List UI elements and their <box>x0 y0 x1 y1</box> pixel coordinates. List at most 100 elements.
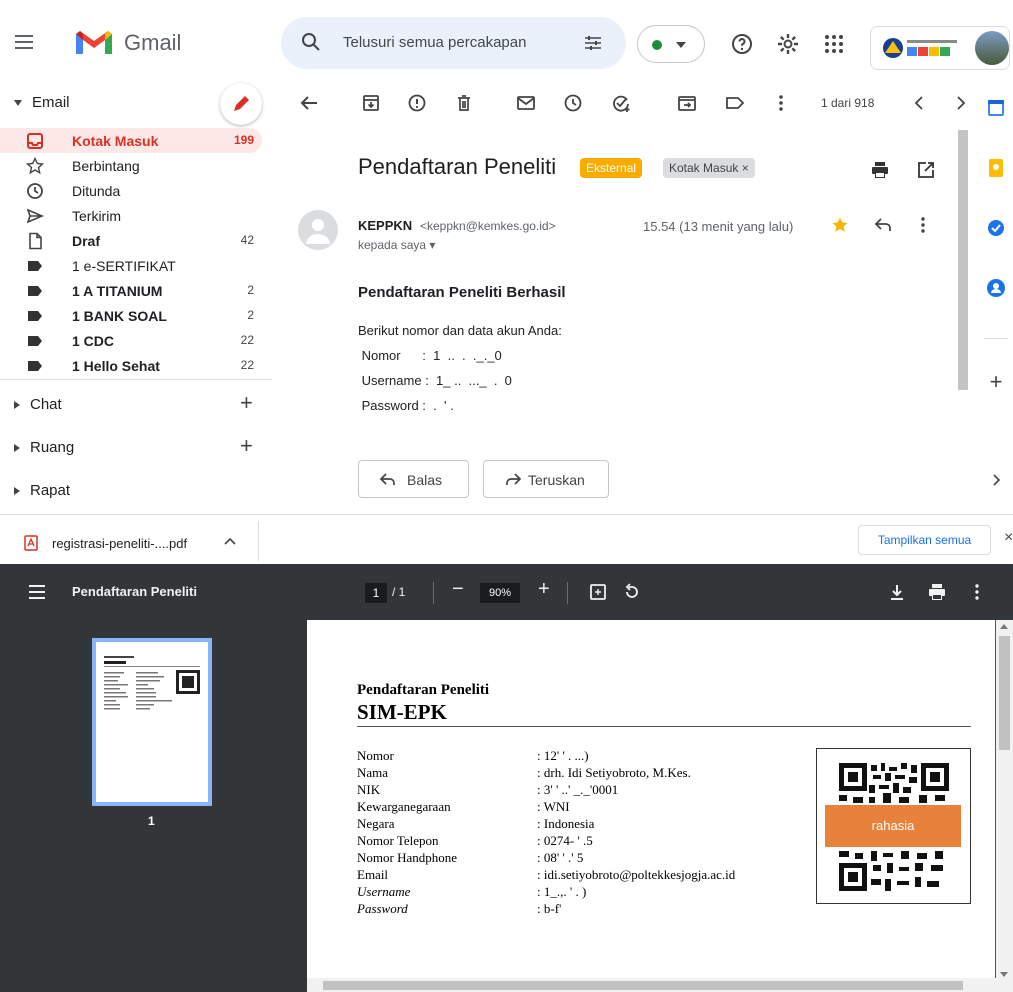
user-avatar[interactable] <box>975 31 1009 65</box>
sidebar-item-sent[interactable]: Terkirim <box>0 203 262 228</box>
tasks-icon[interactable] <box>986 218 1006 238</box>
pdf-menu-icon[interactable] <box>28 584 46 600</box>
move-to-icon[interactable] <box>676 92 698 114</box>
sidebar-item-label[interactable]: 1 e-SERTIFIKAT <box>0 253 262 278</box>
page-number-input[interactable]: 1 <box>365 583 387 603</box>
sidebar-item-label[interactable]: 1 A TITANIUM 2 <box>0 278 262 303</box>
pdf-page: Pendaftaran Peneliti SIM-EPK Nomor: 12' … <box>307 620 995 992</box>
calendar-icon[interactable] <box>986 98 1006 118</box>
label-icon <box>26 307 44 325</box>
scroll-thumb[interactable] <box>323 981 963 990</box>
pdf-viewer: Pendaftaran Peneliti 1 / 1 − 90% + 1 Pen… <box>0 564 1013 992</box>
search-icon[interactable] <box>301 32 321 52</box>
mark-unread-icon[interactable] <box>515 92 537 114</box>
snooze-clock-icon[interactable] <box>562 92 584 114</box>
add-space-icon[interactable]: + <box>240 435 253 457</box>
zoom-in-button[interactable]: + <box>538 578 550 601</box>
gmail-logo-icon[interactable] <box>74 28 114 58</box>
recipient-details-toggle[interactable]: kepada saya ▾ <box>358 238 435 252</box>
message-toolbar: 1 dari 918 <box>280 82 1013 126</box>
print-icon[interactable] <box>928 583 946 601</box>
zoom-out-button[interactable]: − <box>452 578 464 601</box>
sender-name[interactable]: KEPPKN <box>358 218 412 233</box>
sidebar-item-drafts[interactable]: Draf 42 <box>0 228 262 253</box>
scroll-up-icon[interactable] <box>1000 624 1008 629</box>
add-chat-icon[interactable]: + <box>240 392 253 414</box>
add-addon-icon[interactable]: + <box>986 371 1006 393</box>
organization-logo-icon <box>881 35 961 61</box>
inbox-label-chip[interactable]: Kotak Masuk × <box>663 158 755 178</box>
show-all-downloads-button[interactable]: Tampilkan semua <box>858 525 991 555</box>
download-icon[interactable] <box>889 583 905 601</box>
more-vert-icon[interactable] <box>918 216 928 234</box>
more-vert-icon[interactable] <box>770 92 792 114</box>
sidebar-item-snoozed[interactable]: Ditunda <box>0 178 262 203</box>
chevron-left-icon[interactable] <box>908 92 930 114</box>
body-nomor: Nomor : 1 .. . ._._0 <box>358 348 502 363</box>
compose-button[interactable] <box>220 83 262 125</box>
section-chat-toggle[interactable]: Chat <box>14 396 62 413</box>
external-label-chip[interactable]: Eksternal <box>580 158 643 178</box>
label-icon <box>26 357 44 375</box>
sidebar-item-starred[interactable]: Berbintang <box>0 153 262 178</box>
more-vert-icon[interactable] <box>974 583 980 601</box>
close-icon[interactable]: × <box>1004 529 1013 547</box>
download-filename[interactable]: registrasi-peneliti-....pdf <box>52 536 187 551</box>
zoom-input[interactable]: 90% <box>480 583 520 603</box>
draft-icon <box>26 232 44 250</box>
reply-icon[interactable] <box>873 216 893 234</box>
sender-avatar[interactable] <box>298 210 338 250</box>
section-space-toggle[interactable]: Ruang <box>14 439 74 456</box>
section-email-toggle[interactable]: Email <box>14 94 70 111</box>
main-menu-icon[interactable] <box>12 30 36 54</box>
keep-icon[interactable] <box>986 158 1006 178</box>
contacts-icon[interactable] <box>986 278 1006 298</box>
print-icon[interactable] <box>870 160 890 180</box>
chevron-right-icon[interactable] <box>986 470 1006 490</box>
rotate-icon[interactable] <box>623 583 641 601</box>
label-outline-icon[interactable] <box>724 92 746 114</box>
apps-grid-icon[interactable] <box>822 32 846 56</box>
archive-icon[interactable] <box>360 92 382 114</box>
forward-icon <box>504 471 522 487</box>
fit-page-icon[interactable] <box>589 583 607 601</box>
page-thumbnail[interactable] <box>92 638 212 806</box>
search-bar[interactable]: Telusuri semua percakapan <box>281 17 626 69</box>
side-panel-rail: + <box>972 82 1013 512</box>
section-meet-toggle[interactable]: Rapat <box>14 482 70 499</box>
reply-button[interactable]: Balas <box>358 460 469 498</box>
help-icon[interactable] <box>730 32 754 56</box>
message-scrollbar[interactable] <box>958 130 968 390</box>
back-arrow-icon[interactable] <box>298 92 320 114</box>
search-input[interactable]: Telusuri semua percakapan <box>343 34 531 51</box>
pdf-horizontal-scrollbar[interactable] <box>307 978 996 992</box>
message-view: Pendaftaran Peneliti Eksternal Kotak Mas… <box>280 130 970 510</box>
chevron-right-icon[interactable] <box>950 92 972 114</box>
gear-icon[interactable] <box>776 32 800 56</box>
body-username: Username : 1_ .. ..._ . 0 <box>358 373 512 388</box>
trash-icon[interactable] <box>453 92 475 114</box>
forward-button[interactable]: Teruskan <box>483 460 609 498</box>
chevron-up-icon[interactable] <box>224 537 236 545</box>
reply-icon <box>379 471 397 487</box>
sidebar-item-label[interactable]: 1 Hello Sehat 22 <box>0 353 262 378</box>
expand-icon <box>14 487 20 496</box>
pdf-toolbar: Pendaftaran Peneliti 1 / 1 − 90% + <box>0 564 1013 620</box>
status-selector[interactable] <box>637 25 705 63</box>
expand-icon <box>14 444 20 453</box>
star-icon <box>26 157 44 175</box>
pdf-vertical-scrollbar[interactable] <box>996 620 1013 992</box>
account-switcher[interactable] <box>870 26 1010 70</box>
open-new-window-icon[interactable] <box>916 160 936 180</box>
sidebar-item-label[interactable]: 1 CDC 22 <box>0 328 262 353</box>
report-spam-icon[interactable] <box>406 92 428 114</box>
add-task-icon[interactable] <box>610 92 632 114</box>
sidebar-item-label[interactable]: 1 BANK SOAL 2 <box>0 303 262 328</box>
divider <box>0 379 272 380</box>
star-icon[interactable] <box>831 216 849 234</box>
body-password: Password : . ' . <box>358 398 454 413</box>
sidebar-item-inbox[interactable]: Kotak Masuk 199 <box>0 128 262 153</box>
scroll-thumb[interactable] <box>999 636 1010 750</box>
search-options-icon[interactable] <box>583 33 603 53</box>
scroll-down-icon[interactable] <box>1000 972 1008 977</box>
